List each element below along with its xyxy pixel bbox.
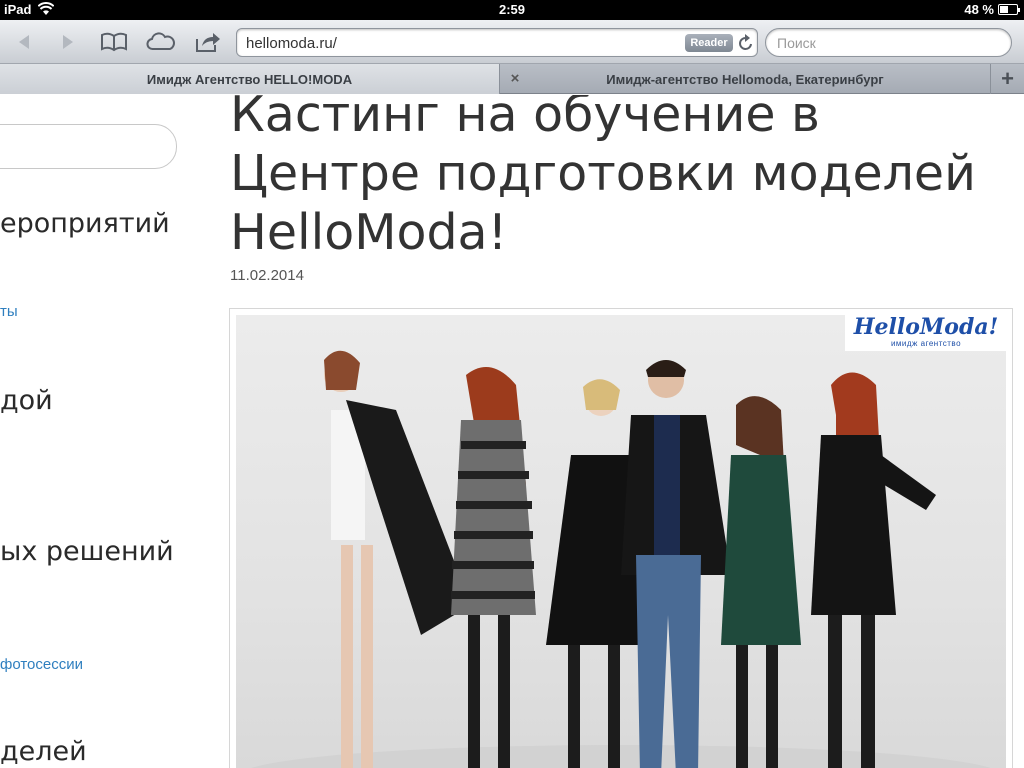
url-text[interactable]: hellomoda.ru/ [246,35,337,52]
battery-percentage: 48 % [964,2,994,17]
sidebar-link[interactable]: фотосессии [0,656,83,673]
bookmarks-book-icon[interactable] [98,28,130,56]
new-tab-plus-icon[interactable]: + [990,64,1024,94]
sidebar-heading[interactable]: ых решений [0,536,174,567]
address-bar[interactable]: hellomoda.ru/ Reader [236,28,758,57]
battery-level-fill [1000,6,1008,13]
tab-hellomoda-ekaterinburg[interactable]: Имидж-агентство Hellomoda, Екатеринбург [500,64,990,94]
share-icon[interactable] [193,28,223,56]
article-date: 11.02.2014 [230,267,304,284]
search-placeholder: Поиск [777,35,816,51]
battery-tip [1018,8,1020,12]
sidebar-heading[interactable]: ероприятий [0,208,170,239]
tab-title: Имидж-агентство Hellomoda, Екатеринбург [606,71,884,87]
icloud-icon[interactable] [145,28,177,56]
search-field[interactable]: Поиск [765,28,1012,57]
battery-icon [998,4,1020,15]
tab-title: Имидж Агентство HELLO!MODA [146,71,353,87]
forward-arrow-icon[interactable] [54,28,82,56]
reader-button[interactable]: Reader [685,34,733,52]
sidebar-heading[interactable]: дой [0,385,53,416]
tab-bar: Имидж Агентство HELLO!MODA × Имидж-агент… [0,64,1024,94]
site-search-input[interactable] [0,124,177,169]
tab-hellomoda-active[interactable]: Имидж Агентство HELLO!MODA [0,64,500,94]
clock: 2:59 [498,2,526,17]
browser-toolbar: hellomoda.ru/ Reader Поиск [0,20,1024,64]
hellomoda-logo: HelloModa! имидж агентство [845,315,1006,351]
reload-icon[interactable] [737,33,755,53]
sidebar-heading[interactable]: делей [0,736,87,767]
sidebar-link[interactable]: ты [0,303,18,320]
logo-subtitle: имидж агентство [890,339,962,348]
group-of-models-illustration [251,350,991,768]
back-arrow-icon[interactable] [10,28,38,56]
article-title: Кастинг на обучение в Центре подготовки … [230,95,976,261]
logo-brand: HelloModa! [853,315,999,340]
status-bar: iPad 2:59 48 % [0,0,1024,20]
article-photo: HelloModa! имидж агентство [236,315,1006,768]
web-page: ероприятий ты дой ых решений фотосессии … [0,95,1024,768]
article-image-frame: HelloModa! имидж агентство [229,308,1013,768]
